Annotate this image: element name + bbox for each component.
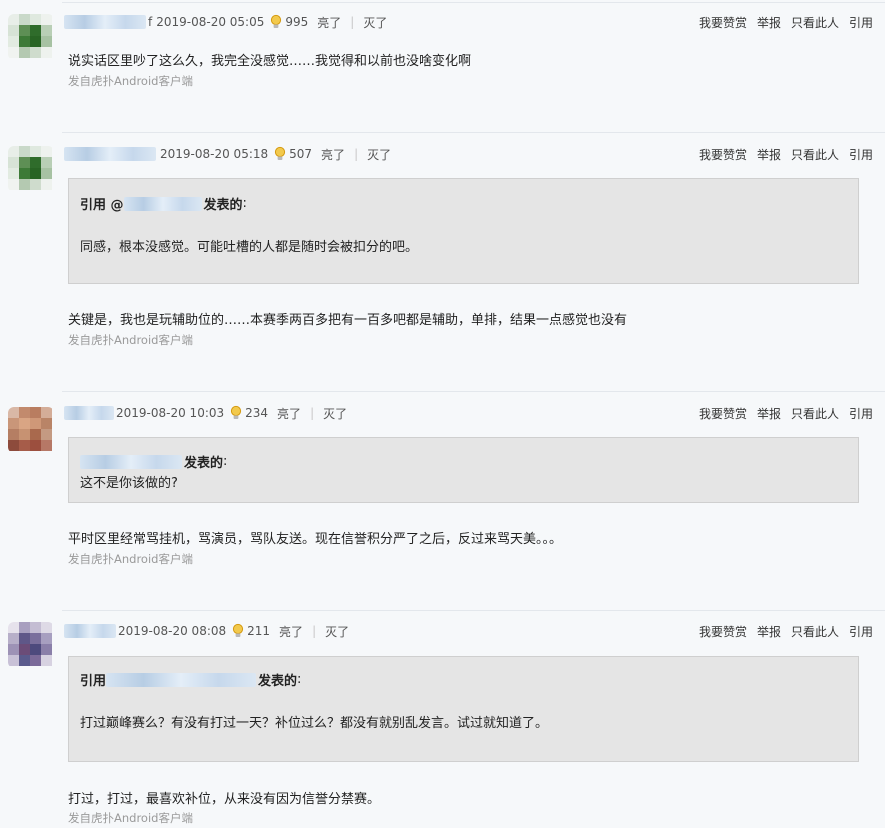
client-source-link[interactable]: 发自虎扑Android客户端: [68, 810, 193, 826]
quote-block: 发表的 : 这不是你该做的?: [68, 437, 859, 503]
quoted-author[interactable]: [123, 196, 202, 211]
post-meta: 2019-08-20 10:03 234 亮了 | 灭了 我要赞赏 举报 只看此…: [64, 404, 873, 422]
light-count: 211: [247, 624, 271, 638]
post-actions: 我要赞赏 举报 只看此人 引用: [699, 405, 873, 422]
light-up-button[interactable]: 亮了: [279, 623, 303, 640]
quote-header: 发表的 :: [80, 452, 227, 471]
reply-post: 2019-08-20 08:08 211 亮了 | 灭了 我要赞赏 举报 只看此…: [0, 610, 885, 828]
light-up-button[interactable]: 亮了: [317, 14, 341, 31]
lightbulb-icon: [233, 623, 244, 637]
post-meta: 2019-08-20 08:08 211 亮了 | 灭了 我要赞赏 举报 只看此…: [64, 622, 873, 640]
reward-button[interactable]: 我要赞赏: [699, 14, 747, 31]
post-divider: [62, 132, 885, 133]
quote-colon: :: [297, 672, 302, 687]
vote-divider: |: [310, 406, 315, 420]
light-down-button[interactable]: 灭了: [363, 14, 387, 31]
avatar[interactable]: [8, 146, 54, 192]
author-name[interactable]: [64, 406, 114, 420]
lightbulb-icon: [275, 146, 286, 160]
reply-post: 2019-08-20 10:03 234 亮了 | 灭了 我要赞赏 举报 只看此…: [0, 391, 885, 591]
quote-header: 引用 @ 发表的 :: [80, 194, 247, 213]
reward-button[interactable]: 我要赞赏: [699, 146, 747, 163]
quoted-author[interactable]: [106, 672, 257, 687]
quote-button[interactable]: 引用: [849, 623, 873, 640]
post-divider: [62, 2, 885, 3]
quote-prefix: 引用: [80, 674, 107, 689]
quote-suffix: 发表的: [184, 456, 224, 471]
post-divider: [62, 391, 885, 392]
vote-divider: |: [350, 15, 355, 29]
client-source-link[interactable]: 发自虎扑Android客户端: [68, 73, 193, 89]
quote-button[interactable]: 引用: [849, 146, 873, 163]
client-source-link[interactable]: 发自虎扑Android客户端: [68, 551, 193, 567]
only-this-user-button[interactable]: 只看此人: [791, 623, 839, 640]
avatar[interactable]: [8, 407, 54, 453]
report-button[interactable]: 举报: [757, 405, 781, 422]
report-button[interactable]: 举报: [757, 146, 781, 163]
light-count: 507: [289, 147, 313, 161]
quote-block: 引用 @ 发表的 : 同感，根本没感觉。可能吐槽的人都是随时会被扣分的吧。: [68, 178, 859, 284]
lightbulb-icon: [231, 405, 242, 419]
report-button[interactable]: 举报: [757, 14, 781, 31]
quote-text: 同感，根本没感觉。可能吐槽的人都是随时会被扣分的吧。: [80, 240, 419, 255]
reply-post: f 2019-08-20 05:05 995 亮了 | 灭了 我要赞赏 举报 只…: [0, 0, 885, 110]
light-down-button[interactable]: 灭了: [367, 146, 391, 163]
quote-header: 引用 发表的 :: [80, 670, 301, 689]
only-this-user-button[interactable]: 只看此人: [791, 14, 839, 31]
post-content: 平时区里经常骂挂机，骂演员，骂队友送。现在信誉积分严了之后，反过来骂天美。。。: [68, 532, 563, 547]
vote-divider: |: [354, 147, 359, 161]
quote-text: 打过巅峰赛么？有没有打过一天？补位过么？都没有就别乱发言。试过就知道了。: [80, 716, 549, 731]
quote-button[interactable]: 引用: [849, 405, 873, 422]
avatar[interactable]: [8, 14, 54, 60]
author-name[interactable]: [64, 147, 156, 161]
quote-text: 这不是你该做的?: [80, 476, 178, 491]
only-this-user-button[interactable]: 只看此人: [791, 146, 839, 163]
quote-colon: :: [223, 454, 228, 469]
quote-colon: :: [242, 196, 247, 211]
quoted-author[interactable]: [80, 454, 182, 469]
post-actions: 我要赞赏 举报 只看此人 引用: [699, 14, 873, 31]
light-count: 234: [245, 406, 269, 420]
post-divider: [62, 610, 885, 611]
post-time: 2019-08-20 05:05: [156, 15, 265, 29]
light-down-button[interactable]: 灭了: [323, 405, 347, 422]
reply-post: 2019-08-20 05:18 507 亮了 | 灭了 我要赞赏 举报 只看此…: [0, 132, 885, 372]
author-name[interactable]: [64, 624, 116, 638]
author-name-tail: f: [148, 15, 153, 29]
post-content: 打过，打过，最喜欢补位，从来没有因为信誉分禁赛。: [68, 792, 381, 807]
quote-suffix: 发表的: [258, 674, 298, 689]
client-source-link[interactable]: 发自虎扑Android客户端: [68, 332, 193, 348]
post-meta: f 2019-08-20 05:05 995 亮了 | 灭了 我要赞赏 举报 只…: [64, 13, 873, 31]
vote-divider: |: [312, 624, 317, 638]
lightbulb-icon: [271, 14, 282, 28]
post-content: 关键是，我也是玩辅助位的……本赛季两百多把有一百多吧都是辅助，单排，结果一点感觉…: [68, 313, 628, 328]
avatar[interactable]: [8, 622, 54, 668]
light-down-button[interactable]: 灭了: [325, 623, 349, 640]
post-time: 2019-08-20 05:18: [160, 147, 269, 161]
reward-button[interactable]: 我要赞赏: [699, 405, 747, 422]
quote-suffix: 发表的: [203, 198, 243, 213]
light-up-button[interactable]: 亮了: [277, 405, 301, 422]
quote-block: 引用 发表的 : 打过巅峰赛么？有没有打过一天？补位过么？都没有就别乱发言。试过…: [68, 656, 859, 762]
light-up-button[interactable]: 亮了: [321, 146, 345, 163]
post-meta: 2019-08-20 05:18 507 亮了 | 灭了 我要赞赏 举报 只看此…: [64, 145, 873, 163]
quote-prefix: 引用 @: [80, 198, 124, 213]
report-button[interactable]: 举报: [757, 623, 781, 640]
light-count: 995: [285, 15, 309, 29]
post-time: 2019-08-20 08:08: [118, 624, 227, 638]
post-time: 2019-08-20 10:03: [116, 406, 225, 420]
only-this-user-button[interactable]: 只看此人: [791, 405, 839, 422]
post-actions: 我要赞赏 举报 只看此人 引用: [699, 146, 873, 163]
post-content: 说实话区里吵了这么久，我完全没感觉……我觉得和以前也没啥变化啊: [68, 54, 472, 69]
reward-button[interactable]: 我要赞赏: [699, 623, 747, 640]
quote-button[interactable]: 引用: [849, 14, 873, 31]
author-name[interactable]: [64, 15, 146, 29]
post-actions: 我要赞赏 举报 只看此人 引用: [699, 623, 873, 640]
